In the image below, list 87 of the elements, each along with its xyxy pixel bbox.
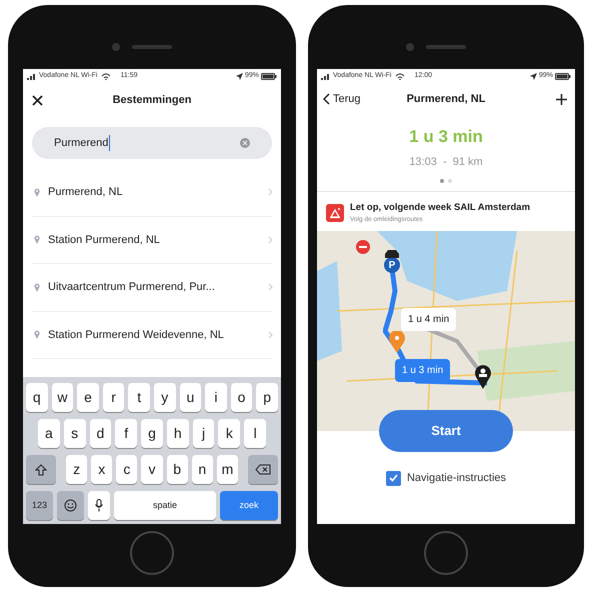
- space-key[interactable]: spatie: [114, 491, 216, 520]
- result-label: Station Purmerend Weidevenne, NL: [48, 328, 224, 342]
- result-row[interactable]: Uitvaartcentrum Purmerend, Pur...: [31, 264, 273, 312]
- screen-title: Bestemmingen: [112, 93, 192, 108]
- back-button[interactable]: Terug: [323, 90, 361, 108]
- search-field[interactable]: Purmerend: [32, 127, 272, 159]
- pin-icon: [34, 282, 40, 292]
- checkbox-label: Navigatie-instructies: [406, 471, 506, 486]
- microphone-key[interactable]: [88, 491, 110, 520]
- chevron-right-icon: [268, 283, 273, 292]
- alert-title: Let op, volgende week SAIL Amsterdam: [350, 201, 530, 215]
- route-details: 13:03 - 91 km: [408, 154, 484, 170]
- smiley-icon: [64, 499, 77, 512]
- signal-icon: [321, 73, 331, 80]
- keyboard-key[interactable]: u: [180, 383, 202, 412]
- chevron-left-icon: [323, 93, 330, 105]
- walking-marker-icon: [389, 331, 405, 353]
- checkbox[interactable]: [386, 470, 401, 486]
- pin-icon: [34, 188, 40, 197]
- result-row[interactable]: Purmerend, NL: [31, 169, 273, 216]
- keyboard-key[interactable]: p: [256, 383, 278, 412]
- camera-icon: [112, 43, 120, 51]
- location-arrow-icon: [530, 73, 537, 80]
- keyboard-key[interactable]: i: [205, 383, 227, 412]
- screen-title: Purmerend, NL: [406, 92, 486, 107]
- result-label: Purmerend, NL: [48, 185, 123, 200]
- location-arrow-icon: [236, 73, 243, 80]
- keyboard-key[interactable]: m: [216, 455, 238, 484]
- keyboard-key[interactable]: f: [115, 419, 138, 448]
- chevron-right-icon: [268, 236, 273, 244]
- wifi-icon: [100, 73, 110, 80]
- emoji-key[interactable]: [57, 491, 84, 520]
- keyboard-key[interactable]: w: [52, 383, 74, 412]
- numbers-key[interactable]: 123: [26, 491, 53, 520]
- camera-icon: [406, 43, 414, 51]
- checkmark-icon: [388, 474, 398, 482]
- keyboard-key[interactable]: g: [141, 419, 163, 448]
- battery-icon: [555, 73, 571, 80]
- no-entry-icon: [356, 240, 370, 254]
- wifi-icon: [394, 73, 404, 80]
- result-label: Uitvaartcentrum Purmerend, Pur...: [48, 280, 215, 295]
- keyboard-key[interactable]: t: [128, 383, 150, 412]
- keyboard-key[interactable]: q: [26, 383, 48, 412]
- backspace-icon: [254, 464, 271, 475]
- keyboard-key[interactable]: h: [166, 419, 189, 448]
- keyboard-key[interactable]: z: [66, 455, 88, 484]
- keyboard-key[interactable]: y: [154, 383, 176, 412]
- signal-icon: [27, 73, 37, 80]
- result-row[interactable]: Station Purmerend Weidevenne, NL: [31, 312, 273, 359]
- keyboard-key[interactable]: c: [116, 455, 138, 484]
- clear-icon: [240, 138, 250, 148]
- keyboard-key[interactable]: a: [38, 419, 60, 448]
- speaker-grille: [132, 45, 172, 49]
- warning-icon: [326, 204, 344, 222]
- keyboard-key[interactable]: n: [192, 455, 213, 484]
- microphone-icon: [95, 499, 103, 512]
- chevron-right-icon: [268, 330, 273, 339]
- keyboard-key[interactable]: k: [218, 419, 240, 448]
- car-marker-icon: [384, 249, 400, 258]
- result-row[interactable]: Station Purmerend, NL: [31, 216, 273, 264]
- keyboard-key[interactable]: l: [244, 419, 266, 448]
- keyboard-key[interactable]: r: [102, 383, 124, 412]
- plus-icon[interactable]: [556, 94, 567, 104]
- route-time-label[interactable]: 1 u 3 min: [395, 359, 450, 382]
- keyboard-key[interactable]: s: [64, 419, 86, 448]
- speaker-grille: [426, 45, 466, 49]
- route-time-label[interactable]: 1 u 4 min: [401, 308, 456, 331]
- keyboard-key[interactable]: b: [166, 455, 188, 484]
- start-button[interactable]: Start: [379, 410, 513, 452]
- route-duration: 1 u 3 min: [408, 126, 484, 148]
- pin-icon: [34, 235, 40, 244]
- keyboard-key[interactable]: o: [230, 383, 252, 412]
- backspace-key[interactable]: [248, 455, 278, 484]
- search-key[interactable]: zoek: [220, 491, 278, 520]
- keyboard-key[interactable]: j: [192, 419, 214, 448]
- shift-key[interactable]: [26, 455, 56, 484]
- keyboard-key[interactable]: x: [91, 455, 112, 484]
- close-icon[interactable]: [32, 95, 43, 106]
- pin-icon: [34, 330, 40, 340]
- result-label: Station Purmerend, NL: [48, 232, 160, 248]
- keyboard-key[interactable]: e: [77, 383, 99, 412]
- keyboard-key[interactable]: v: [141, 455, 163, 484]
- shift-arrow-icon: [35, 464, 47, 476]
- chevron-right-icon: [268, 188, 273, 196]
- person-marker-icon: [475, 365, 491, 389]
- battery-icon: [261, 73, 277, 80]
- keyboard-key[interactable]: d: [90, 419, 112, 448]
